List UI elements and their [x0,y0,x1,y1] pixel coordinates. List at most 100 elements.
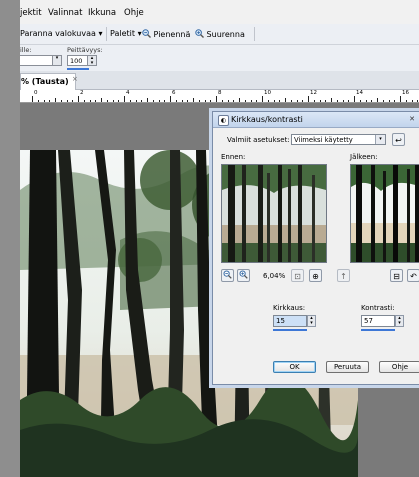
ruler-tick [141,100,143,102]
reset-icon: ↩ [395,136,402,145]
palettes-button[interactable]: Paletit ▾ [110,29,142,38]
dialog-titlebar[interactable]: ◐ Kirkkaus/kontrasti ✕ [213,112,419,128]
toolbar: Paranna valokuvaa ▾ Paletit ▾ Pienennä S… [20,24,419,45]
close-icon[interactable]: ✕ [407,115,417,124]
ruler-tick [382,100,384,102]
ruler-tick [32,96,33,102]
preview-toggle-button[interactable]: ↶ [407,269,419,282]
cancel-label: Peruuta [333,363,362,371]
ruler-tick [342,100,344,102]
ruler-number: 0 [34,90,38,96]
ruler-tick [78,96,79,102]
size-dropdown[interactable]: ▾ [20,55,62,66]
before-thumbnail [222,165,326,262]
zoom-out-button[interactable]: Pienennä [142,29,190,39]
ruler-tick [72,100,74,102]
ok-label: OK [289,363,300,371]
ruler-tick [285,98,286,102]
help-button[interactable]: Ohje [379,361,419,373]
ruler-tick [244,100,246,102]
document-tabbar: % (Tausta) × [20,71,419,90]
ruler-tick [37,100,39,102]
ruler-tick [319,100,321,102]
presets-dropdown[interactable]: Viimeksi käytetty ▾ [291,134,386,145]
menu-projects[interactable]: jektit [20,8,42,18]
ok-button[interactable]: OK [273,361,316,373]
ruler-tick [170,96,171,102]
ruler-tick [325,100,327,102]
zoom-out-preview-button[interactable] [221,269,234,282]
toolbar-separator [254,27,255,41]
ruler-tick [400,96,401,102]
palettes-label: Paletit [110,29,136,38]
after-thumbnail [351,165,419,262]
arrow-up-icon: ↑ [340,272,347,281]
zoom-icon: ⊕ [312,272,319,281]
enhance-photo-button[interactable]: Paranna valokuvaa ▾ [20,29,102,38]
ruler-number: 12 [310,90,317,96]
contrast-field[interactable]: 57 ▴ ▾ [361,315,404,327]
ruler-tick [290,100,292,102]
toolbar-separator [106,27,107,41]
navigate-up-button[interactable]: ↑ [337,269,350,282]
brightness-value: 15 [276,317,285,325]
ruler-tick [417,100,419,102]
preview-zoom-value: 6,04% [263,272,286,280]
opacity-stepper-icon[interactable]: ▴ ▾ [87,56,96,66]
ruler-tick [43,100,45,102]
ruler-tick [112,100,114,102]
horizontal-ruler: 0 2 4 6 8 10 12 14 16 [20,90,419,103]
ruler-tick [308,96,309,102]
document-tab-label: % (Tausta) [21,77,69,86]
opacity-field[interactable]: 100 ▴ ▾ [67,55,97,66]
help-label: Ohje [391,363,409,371]
before-preview[interactable] [221,164,327,263]
ruler-tick [49,100,51,102]
menu-options[interactable]: Valinnat [48,8,82,18]
ruler-tick [233,100,235,102]
ruler-tick [210,100,212,102]
magnifier-plus-icon [195,29,204,38]
pan-button[interactable]: ⊡ [291,269,304,282]
enhance-photo-label: Paranna valokuvaa [20,29,96,38]
menu-window[interactable]: Ikkuna [88,8,116,18]
dialog-title: Kirkkaus/kontrasti [231,115,303,124]
presets-label: Valmiit asetukset: [227,136,290,144]
contrast-stepper-icon[interactable]: ▴ ▾ [395,315,404,327]
ruler-tick [239,98,240,102]
ruler-number: 10 [264,90,271,96]
menu-help[interactable]: Ohje [124,8,144,18]
zoom-in-preview-button[interactable] [237,269,250,282]
split-view-button[interactable]: ⊟ [390,269,403,282]
brightness-field[interactable]: 15 ▴ ▾ [273,315,316,327]
ruler-number: 2 [80,90,84,96]
ruler-tick [348,100,350,102]
ruler-tick [101,98,102,102]
reset-button[interactable]: ↩ [392,133,405,146]
magnifier-plus-icon [239,270,248,279]
ruler-tick [181,100,183,102]
zoom-tool-button[interactable]: ⊕ [309,269,322,282]
zoom-in-button[interactable]: Suurenna [195,29,245,39]
ruler-number: 14 [356,90,363,96]
after-preview[interactable] [350,164,419,263]
presets-value: Viimeksi käytetty [294,136,353,144]
ruler-tick [106,100,108,102]
brightness-stepper-icon[interactable]: ▴ ▾ [307,315,316,327]
cancel-button[interactable]: Peruuta [326,361,369,373]
after-label: Jälkeen: [350,153,378,161]
close-icon[interactable]: × [72,75,78,83]
ruler-tick [147,98,148,102]
ruler-tick [83,100,85,102]
ruler-tick [365,100,367,102]
ruler-number: 16 [402,90,409,96]
ruler-tick [394,100,396,102]
ruler-tick [158,100,160,102]
document-tab[interactable]: % (Tausta) [20,73,76,90]
ruler-tick [221,100,223,102]
ruler-tick [336,100,338,102]
ruler-number: 8 [218,90,222,96]
ruler-tick [359,100,361,102]
ruler-tick [60,100,62,102]
opacity-value: 100 [70,57,83,65]
